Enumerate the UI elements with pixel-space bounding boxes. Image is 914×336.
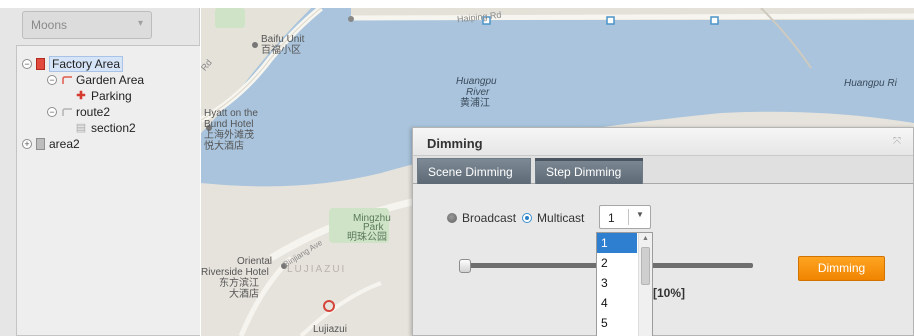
collapse-icon[interactable]: − xyxy=(47,107,57,117)
collapse-icon[interactable]: − xyxy=(22,59,32,69)
tab-label: Scene Dimming xyxy=(428,165,513,179)
dimming-slider-value: [10%] xyxy=(653,286,686,300)
tree-item-label: Garden Area xyxy=(76,73,145,87)
tree-item-label: Parking xyxy=(91,89,132,103)
dropdown-option[interactable]: 1 xyxy=(597,233,637,253)
map-label-huangpu-right: Huangpu Ri xyxy=(844,78,897,89)
dimming-button-label: Dimming xyxy=(817,261,866,275)
map-label-river: River xyxy=(466,87,490,98)
dropdown-option[interactable]: 5 xyxy=(597,313,637,333)
tree-item-section2[interactable]: ▤ section2 xyxy=(75,120,136,136)
tree-item-label: route2 xyxy=(76,105,111,119)
dialog-header[interactable]: Dimming ⤧ xyxy=(413,128,913,156)
tree-item-area2[interactable]: + area2 xyxy=(22,136,80,152)
area-selector-value: Moons xyxy=(31,18,68,32)
broadcast-radio[interactable] xyxy=(447,213,457,223)
group-select[interactable]: 1 ▼ xyxy=(599,205,651,229)
chevron-down-icon: ▾ xyxy=(137,18,143,29)
map-label-huangpu: Huangpu xyxy=(456,76,497,87)
map-label-oriental-cn: 东方滨江 xyxy=(219,278,259,289)
tree-item-label: section2 xyxy=(91,121,136,135)
dimming-button[interactable]: Dimming xyxy=(798,256,885,281)
red-building-icon xyxy=(36,58,45,70)
dropdown-option[interactable]: 4 xyxy=(597,293,637,313)
tab-label: Step Dimming xyxy=(546,165,622,179)
map-label-baifu-cn: 百福小区 xyxy=(261,45,301,56)
map-label-lujiazui: Lujiazui xyxy=(313,324,347,335)
multicast-label: Multicast xyxy=(537,211,585,225)
device-tree: − Factory Area − Garden Area ✚ Parking −… xyxy=(16,45,200,336)
tree-item-label: area2 xyxy=(49,137,80,151)
map-label-hyatt: Hyatt on the xyxy=(204,108,258,119)
scroll-up-icon[interactable]: ▲ xyxy=(642,235,649,242)
dropdown-option[interactable]: 2 xyxy=(597,253,637,273)
select-divider xyxy=(628,209,629,225)
route-icon xyxy=(61,106,73,118)
dropdown-option[interactable]: 3 xyxy=(597,273,637,293)
map-label-hyatt-2: Bund Hotel xyxy=(204,119,254,130)
grey-building-icon xyxy=(36,138,45,150)
map-label-huangpu-cn: 黄浦江 xyxy=(460,98,490,109)
multicast-radio[interactable] xyxy=(522,213,533,223)
dialog-tabs: Scene Dimming Step Dimming xyxy=(413,156,913,184)
tree-item-garden-area[interactable]: − Garden Area xyxy=(47,72,144,88)
top-strip xyxy=(0,0,914,8)
tree-item-parking[interactable]: ✚ Parking xyxy=(75,88,132,104)
area-selector[interactable]: Moons ▾ xyxy=(22,11,152,39)
cast-mode-radios: Broadcast Multicast xyxy=(447,208,590,228)
collapse-icon[interactable]: − xyxy=(47,75,57,85)
broadcast-label: Broadcast xyxy=(462,211,517,225)
grey-lamp-icon: ▤ xyxy=(75,122,87,134)
close-icon[interactable]: ⤧ xyxy=(893,136,901,147)
expand-icon[interactable]: + xyxy=(22,139,32,149)
group-select-value: 1 xyxy=(608,211,615,225)
group-dropdown: 1 2 3 4 5 ▲ xyxy=(596,232,653,336)
tree-panel: Moons ▾ − Factory Area − Garden Area ✚ P… xyxy=(0,8,200,336)
tab-scene-dimming[interactable]: Scene Dimming xyxy=(417,158,531,184)
tree-item-factory-area[interactable]: − Factory Area xyxy=(22,56,124,72)
route-icon xyxy=(61,74,73,86)
map-label-lujiazui-district: LUJIAZUI xyxy=(287,264,347,275)
map-label-oriental-2: Riverside Hotel xyxy=(201,267,269,278)
tree-item-route2[interactable]: − route2 xyxy=(47,104,110,120)
tree-item-label: Factory Area xyxy=(49,56,124,72)
map-label-oriental: Oriental xyxy=(237,256,273,267)
chevron-down-icon[interactable]: ▼ xyxy=(636,210,644,219)
map-label-hyatt-cn: 上海外滩茂 xyxy=(204,130,254,141)
map-label-hyatt-cn-2: 悦大酒店 xyxy=(204,141,244,152)
scrollbar-thumb[interactable] xyxy=(641,247,650,285)
map-label-baifu: Baifu Unit xyxy=(261,34,305,45)
tab-step-dimming[interactable]: Step Dimming xyxy=(535,158,643,184)
map-label-oriental-cn-2: 大酒店 xyxy=(229,289,259,300)
dimming-slider-handle[interactable] xyxy=(459,259,471,273)
dimming-dialog: Dimming ⤧ Scene Dimming Step Dimming Bro… xyxy=(412,127,914,336)
map-label-mingzhu-cn: 明珠公园 xyxy=(347,232,387,243)
dropdown-scrollbar[interactable]: ▲ xyxy=(638,233,652,336)
red-lamp-icon: ✚ xyxy=(76,90,86,102)
dialog-title: Dimming xyxy=(427,136,483,151)
